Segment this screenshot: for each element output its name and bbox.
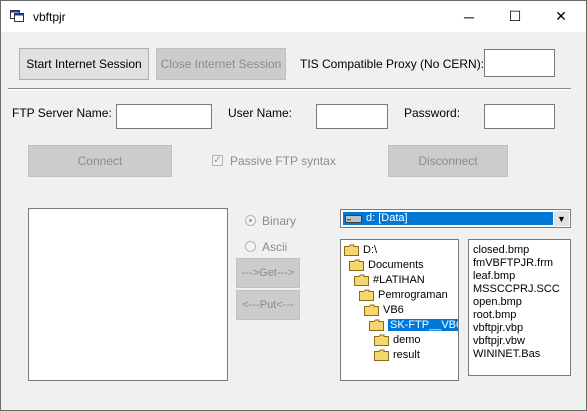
app-icon (10, 10, 24, 22)
window-title: vbftpjr (33, 10, 66, 24)
server-label: FTP Server Name: (12, 106, 112, 120)
connect-button[interactable]: Connect (28, 145, 172, 177)
file-item[interactable]: closed.bmp (469, 244, 570, 257)
file-item[interactable]: MSSCCPRJ.SCC (469, 283, 570, 296)
open-folder-icon (354, 274, 369, 286)
file-item[interactable]: open.bmp (469, 296, 570, 309)
directory-item[interactable]: result (374, 347, 420, 362)
maximize-icon: ☐ (508, 8, 522, 24)
directory-item[interactable]: VB6 (364, 302, 404, 317)
file-item[interactable]: vbftpjr.vbw (469, 335, 570, 348)
password-input[interactable] (484, 104, 555, 129)
directory-name: #LATIHAN (373, 273, 425, 286)
directory-name: demo (393, 333, 421, 346)
directory-list[interactable]: D:\ Documents #LATIHAN Pemrograman VB6 SK-FTP… (340, 239, 459, 381)
put-button[interactable]: <---Put<--- (236, 290, 300, 320)
open-folder-icon (359, 289, 374, 301)
proxy-label: TIS Compatible Proxy (No CERN): (300, 57, 485, 71)
directory-item[interactable]: #LATIHAN (354, 272, 425, 287)
directory-name: D:\ (363, 243, 378, 256)
passive-checkbox[interactable]: ✓ (212, 155, 223, 166)
directory-name: Documents (368, 258, 424, 271)
minimize-button[interactable]: ─ (446, 1, 492, 32)
file-list[interactable]: closed.bmp fmVBFTPJR.frm leaf.bmp MSSCCPRJ.… (468, 239, 571, 376)
directory-name: SK-FTP__VB6 (388, 318, 458, 331)
main-window: vbftpjr ─ ☐ ✕ Start Internet Session Clo… (0, 0, 587, 411)
file-item[interactable]: WININET.Bas (469, 348, 570, 361)
directory-item[interactable]: Pemrograman (359, 287, 448, 302)
folder-icon (374, 349, 389, 361)
drive-icon (345, 214, 362, 223)
chevron-down-icon[interactable]: ▼ (554, 211, 569, 226)
file-item[interactable]: root.bmp (469, 309, 570, 322)
binary-label: Binary (262, 214, 297, 228)
directory-name: VB6 (383, 303, 404, 316)
server-input[interactable] (116, 104, 212, 129)
password-label: Password: (404, 106, 461, 120)
directory-item[interactable]: SK-FTP__VB6 (369, 317, 458, 332)
start-session-button[interactable]: Start Internet Session (19, 48, 149, 80)
maximize-button[interactable]: ☐ (492, 1, 538, 32)
close-icon: ✕ (555, 8, 567, 24)
user-label: User Name: (228, 106, 293, 120)
file-item[interactable]: leaf.bmp (469, 270, 570, 283)
close-button[interactable]: ✕ (538, 1, 584, 32)
user-input[interactable] (316, 104, 388, 129)
ascii-radio[interactable] (245, 241, 256, 252)
disconnect-button[interactable]: Disconnect (388, 145, 508, 177)
minimize-icon: ─ (464, 8, 474, 25)
separator-line (8, 88, 571, 90)
directory-item[interactable]: D:\ (344, 242, 377, 257)
proxy-input[interactable] (484, 49, 555, 77)
title-bar[interactable]: vbftpjr ─ ☐ ✕ (1, 1, 586, 32)
drive-label: d: [Data] (366, 212, 408, 224)
open-folder-icon (364, 304, 379, 316)
directory-name: Pemrograman (378, 288, 448, 301)
remote-file-list[interactable] (28, 208, 228, 381)
file-item[interactable]: fmVBFTPJR.frm (469, 257, 570, 270)
get-button[interactable]: --->Get---> (236, 258, 300, 288)
drive-selected-item: d: [Data] (343, 212, 553, 225)
directory-name: result (393, 348, 420, 361)
close-session-button[interactable]: Close Internet Session (156, 48, 286, 80)
folder-icon (374, 334, 389, 346)
binary-radio[interactable] (245, 215, 256, 226)
directory-item[interactable]: Documents (349, 257, 424, 272)
open-folder-icon (344, 244, 359, 256)
open-folder-icon (349, 259, 364, 271)
file-item[interactable]: vbftpjr.vbp (469, 322, 570, 335)
passive-label: Passive FTP syntax (230, 154, 336, 168)
drive-select[interactable]: d: [Data] ▼ (340, 209, 571, 228)
ascii-label: Ascii (262, 240, 288, 254)
open-folder-icon (369, 319, 384, 331)
directory-item[interactable]: demo (374, 332, 421, 347)
